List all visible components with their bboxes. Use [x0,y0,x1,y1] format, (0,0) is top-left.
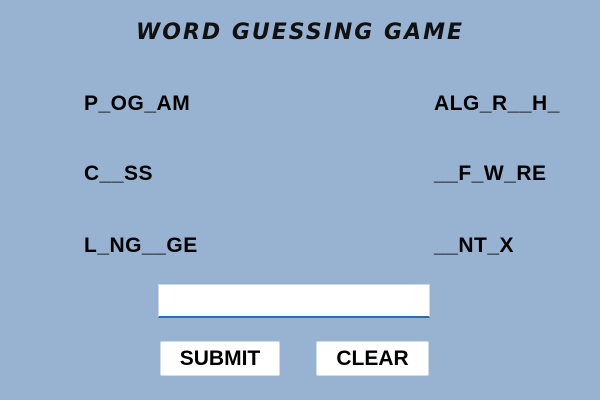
word-puzzle-left-3: L_NG__GE [84,234,198,257]
word-puzzle-right-1: ALG_R__H_ [434,92,560,115]
game-title: WORD GUESSING GAME [135,20,464,45]
word-puzzle-right-2: __F_W_RE [434,162,547,185]
clear-button[interactable]: CLEAR [316,341,429,376]
word-puzzle-right-3: __NT_X [434,234,515,257]
word-puzzle-left-2: C__SS [84,162,154,185]
guess-input[interactable] [158,284,430,318]
word-puzzle-left-1: P_OG_AM [84,92,191,115]
submit-button[interactable]: SUBMIT [160,341,280,376]
